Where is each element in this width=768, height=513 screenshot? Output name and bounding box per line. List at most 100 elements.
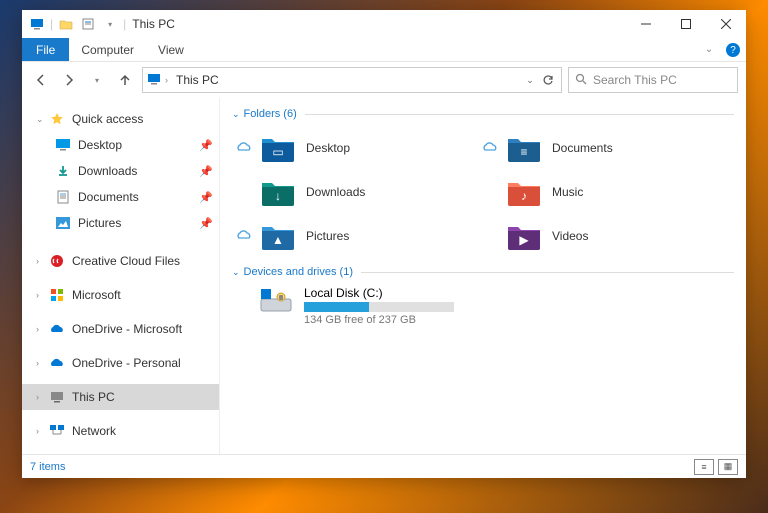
sidebar-item-pictures[interactable]: Pictures📌 [22,210,219,236]
close-button[interactable] [706,10,746,38]
ribbon-expand-icon[interactable]: ⌄ [698,38,720,61]
folder-icon: ↓ [260,176,296,208]
folder-item[interactable]: ↓Downloads [228,170,474,214]
svg-text:♪: ♪ [521,189,527,203]
pc-icon [29,16,45,32]
chevron-down-icon[interactable]: ⌄ [36,114,48,125]
titlebar-separator: | [123,17,126,31]
address-row: ▾ › This PC ⌄ Search This PC [22,62,746,98]
sidebar-item-onedrive[interactable]: ›OneDrive - Personal [22,350,219,376]
sidebar-item-label: Desktop [78,138,122,152]
group-label: Devices and drives (1) [244,266,353,278]
pin-icon[interactable]: 📌 [199,191,213,204]
folder-label: Documents [552,141,613,155]
tab-computer[interactable]: Computer [69,38,146,61]
sidebar-item-documents[interactable]: Documents📌 [22,184,219,210]
sidebar-item-ms[interactable]: ›Microsoft [22,282,219,308]
content-pane[interactable]: ⌄ Folders (6) ▭Desktop ≡ Documents ↓Downloa… [220,98,746,454]
search-icon [575,73,587,88]
sidebar-item-desktop[interactable]: Desktop 📌 [22,132,219,158]
view-details-button[interactable]: ≡ [694,459,714,475]
cloud-status-icon [236,141,254,156]
chevron-right-icon[interactable]: › [36,358,48,368]
drive-item[interactable]: Local Disk (C:) 134 GB free of 237 GB [220,280,746,332]
sidebar-item-downloads[interactable]: Downloads📌 [22,158,219,184]
drive-free-text: 134 GB free of 237 GB [304,314,454,326]
group-label: Folders (6) [244,108,297,120]
nav-sidebar: ⌄ Quick access Desktop📌Downloads📌Documen… [22,98,220,454]
star-icon [48,111,66,127]
status-item-count: 7 items [30,461,65,473]
search-input[interactable]: Search This PC [568,67,738,93]
titlebar-separator: | [50,17,53,31]
sidebar-item-network[interactable]: › Network [22,418,219,444]
folder-item[interactable]: ♪ Music [474,170,720,214]
sidebar-item-pc[interactable]: › This PC [22,384,219,410]
properties-qat-icon[interactable] [80,16,96,32]
folders-group-header[interactable]: ⌄ Folders (6) [220,106,746,122]
cloud-status-icon [482,141,500,156]
svg-text:↓: ↓ [275,189,281,203]
view-icons-button[interactable]: ▦ [718,459,738,475]
folder-icon: ▭ [260,132,296,164]
downloads-icon [54,163,72,179]
chevron-right-icon: › [165,75,168,85]
chevron-right-icon[interactable]: › [36,392,48,402]
chevron-right-icon[interactable]: › [36,256,48,266]
file-tab[interactable]: File [22,38,69,61]
chevron-down-icon[interactable]: ⌄ [232,109,240,120]
folder-label: Pictures [306,229,349,243]
folder-item[interactable]: ▲Pictures [228,214,474,258]
folder-label: Videos [552,229,588,243]
sidebar-item-onedrive[interactable]: › OneDrive - Microsoft [22,316,219,342]
chevron-right-icon[interactable]: › [36,426,48,436]
sidebar-item-label: OneDrive - Microsoft [72,322,182,336]
pc-icon [48,389,66,405]
chevron-down-icon[interactable]: ⌄ [232,267,240,278]
pc-icon [147,73,161,88]
sidebar-item-label: Creative Cloud Files [72,254,180,268]
folder-item[interactable]: ≡ Documents [474,126,720,170]
back-button[interactable] [30,69,52,91]
folder-item[interactable]: ▭Desktop [228,126,474,170]
onedrive-icon [48,355,66,371]
folder-item[interactable]: ▶ Videos [474,214,720,258]
pin-icon[interactable]: 📌 [199,165,213,178]
folder-label: Music [552,185,583,199]
address-dropdown-icon[interactable]: ⌄ [521,75,539,86]
chevron-right-icon[interactable]: › [36,290,48,300]
forward-button[interactable] [58,69,80,91]
svg-text:≡: ≡ [520,145,527,159]
refresh-icon[interactable] [539,74,557,86]
sidebar-quick-access[interactable]: ⌄ Quick access [22,106,219,132]
folder-icon: ▶ [506,220,542,252]
minimize-button[interactable] [626,10,666,38]
address-bar[interactable]: › This PC ⌄ [142,67,562,93]
drive-icon [258,286,294,316]
breadcrumb[interactable]: This PC [176,73,219,87]
pin-icon[interactable]: 📌 [199,139,213,152]
help-icon[interactable]: ? [726,43,740,57]
tab-view[interactable]: View [146,38,196,61]
recent-dropdown[interactable]: ▾ [86,69,108,91]
cloud-status-icon [236,229,254,244]
sidebar-item-cc[interactable]: › Creative Cloud Files [22,248,219,274]
qat-dropdown-icon[interactable]: ▾ [102,16,118,32]
sidebar-item-label: Network [72,424,116,438]
onedrive-icon [48,321,66,337]
folder-icon: ≡ [506,132,542,164]
pin-icon[interactable]: 📌 [199,217,213,230]
network-icon [48,423,66,439]
desktop-icon [54,137,72,153]
folder-icon: ♪ [506,176,542,208]
folder-qat-icon[interactable] [58,16,74,32]
sidebar-item-label: This PC [72,390,115,404]
drive-label: Local Disk (C:) [304,286,454,300]
pictures-icon [54,215,72,231]
maximize-button[interactable] [666,10,706,38]
ribbon: File Computer View ⌄ ? [22,38,746,62]
ms-icon [48,287,66,303]
drives-group-header[interactable]: ⌄ Devices and drives (1) [220,264,746,280]
up-button[interactable] [114,69,136,91]
chevron-right-icon[interactable]: › [36,324,48,334]
